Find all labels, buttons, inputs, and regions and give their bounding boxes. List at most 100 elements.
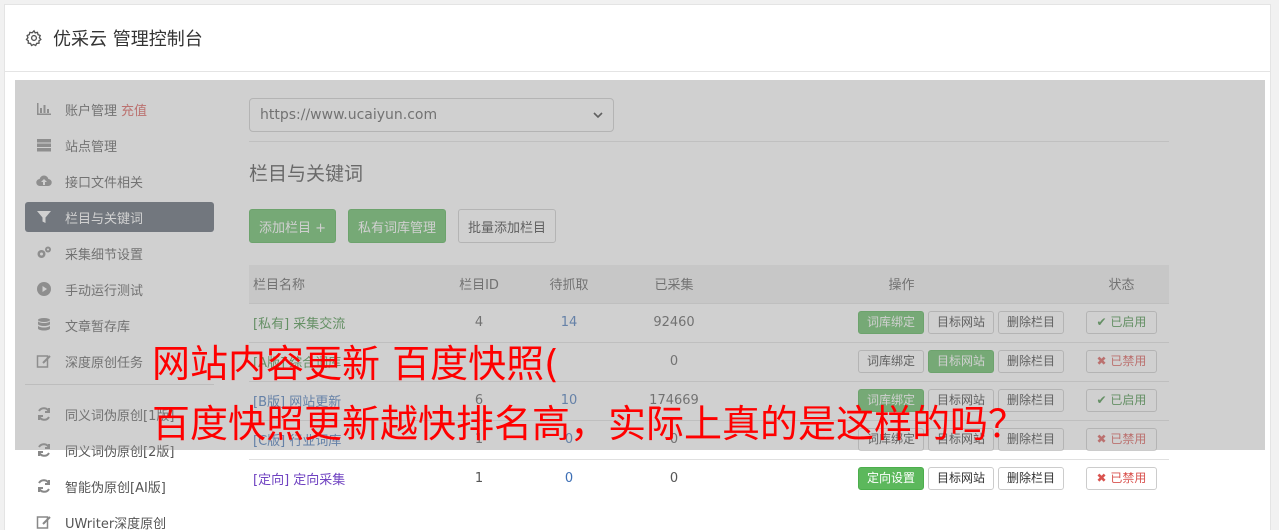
play-circle-icon <box>37 282 51 296</box>
sidebar-item-sites[interactable]: 站点管理 <box>25 130 214 160</box>
target-site-button[interactable]: 目标网站 <box>927 311 994 334</box>
status-label: 已禁用 <box>1110 354 1147 368</box>
sidebar-item-account[interactable]: 账户管理 充值 <box>25 94 214 124</box>
status-badge[interactable]: ✖ 已禁用 <box>1085 467 1158 491</box>
target-site-button[interactable]: 目标网站 <box>927 350 994 373</box>
column-name-link[interactable]: [A版] 综合词库 <box>253 356 341 371</box>
sidebar-divider <box>25 384 214 385</box>
cogs-icon <box>37 246 51 258</box>
sidebar-item-columns[interactable]: 栏目与关键词 <box>25 202 214 232</box>
sidebar-item-collect-settings[interactable]: 采集细节设置 <box>25 238 214 268</box>
delete-column-button[interactable]: 删除栏目 <box>997 428 1064 451</box>
site-select-value: https://www.ucaiyun.com <box>260 107 438 123</box>
column-name-link[interactable]: [C版] 行业词库 <box>253 434 341 449</box>
sidebar-item-synonym-v2[interactable]: 同义词伪原创[2版] <box>25 435 214 465</box>
sidebar-item-label: 栏目与关键词 <box>65 211 144 227</box>
column-name-link[interactable]: [B版] 网站更新 <box>253 395 341 410</box>
batch-add-button[interactable]: 批量添加栏目 <box>458 209 557 243</box>
sidebar-item-label: 同义词伪原创[1版] <box>65 408 175 424</box>
table-row: [B版] 网站更新 6 10 174669 词库绑定 目标网站 删除栏目 ✔ 已启用 <box>249 380 1169 420</box>
sidebar-item-label: 手动运行测试 <box>65 283 144 299</box>
status-label: 已禁用 <box>1110 471 1147 486</box>
sidebar-item-uwriter[interactable]: UWriter深度原创 <box>25 507 214 530</box>
add-column-button[interactable]: 添加栏目 + <box>249 209 337 243</box>
sidebar-item-synonym-v1[interactable]: 同义词伪原创[1版] <box>25 399 214 429</box>
status-badge[interactable]: ✖ 已禁用 <box>1085 350 1158 373</box>
target-site-button[interactable]: 目标网站 <box>927 467 994 491</box>
sidebar-item-interface[interactable]: 接口文件相关 <box>25 166 214 196</box>
cell-id: 6 <box>439 380 519 420</box>
sidebar-item-ai-original[interactable]: 智能伪原创[AI版] <box>25 471 214 501</box>
sidebar-item-label: 接口文件相关 <box>65 175 144 191</box>
sidebar: 账户管理 充值 站点管理 接口文件相关 栏目与关键词 采集细节设置 手动运行测试… <box>25 94 214 530</box>
cell-id: 1 <box>439 419 519 459</box>
sidebar-item-label: 深度原创任务 <box>65 355 144 371</box>
status-badge[interactable]: ✔ 已启用 <box>1085 311 1158 334</box>
server-icon <box>37 139 51 152</box>
cell-id: 4 <box>439 302 519 342</box>
cell-wait-link[interactable]: 0 <box>565 471 573 486</box>
private-library-button[interactable]: 私有词库管理 <box>348 209 447 243</box>
header-name: 栏目名称 <box>249 265 439 303</box>
gear-icon <box>25 29 42 47</box>
sidebar-item-deep-original[interactable]: 深度原创任务 <box>25 346 214 376</box>
status-badge[interactable]: ✔ 已启用 <box>1085 389 1158 412</box>
target-site-button[interactable]: 目标网站 <box>927 428 994 451</box>
column-name-link[interactable]: [私有] 采集交流 <box>253 317 345 332</box>
bind-library-button[interactable]: 词库绑定 <box>857 350 924 373</box>
table-row: [定向] 定向采集 1 0 0 定向设置 目标网站 删除栏目 ✖ 已禁用 <box>249 458 1169 498</box>
table-header-row: 栏目名称 栏目ID 待抓取 已采集 操作 状态 <box>249 265 1169 303</box>
header-status: 状态 <box>1074 265 1169 303</box>
directed-settings-button[interactable]: 定向设置 <box>857 467 924 491</box>
bar-chart-icon <box>37 103 51 115</box>
sidebar-item-manual-run[interactable]: 手动运行测试 <box>25 274 214 304</box>
status-label: 已禁用 <box>1110 432 1147 446</box>
sidebar-item-label: 采集细节设置 <box>65 247 144 263</box>
cell-wait-link[interactable]: 14 <box>561 315 578 330</box>
header-ops: 操作 <box>729 265 1074 303</box>
top-header: 优采云 管理控制台 <box>4 4 1271 72</box>
cell-wait-link[interactable]: 10 <box>561 393 578 408</box>
sidebar-item-article-store[interactable]: 文章暂存库 <box>25 310 214 340</box>
sidebar-item-label: UWriter深度原创 <box>65 516 167 530</box>
chevron-down-icon <box>593 112 603 119</box>
delete-column-button[interactable]: 删除栏目 <box>997 311 1064 334</box>
header-collected: 已采集 <box>619 265 729 303</box>
delete-column-button[interactable]: 删除栏目 <box>997 350 1064 373</box>
refresh-icon <box>38 407 50 421</box>
edit-icon <box>36 516 51 529</box>
sidebar-item-label: 智能伪原创[AI版] <box>65 480 166 496</box>
status-badge[interactable]: ✖ 已禁用 <box>1085 428 1158 451</box>
cell-collected: 0 <box>619 458 729 498</box>
content-panel: 账户管理 充值 站点管理 接口文件相关 栏目与关键词 采集细节设置 手动运行测试… <box>4 72 1271 530</box>
cell-wait-link[interactable]: 0 <box>565 432 573 447</box>
site-select[interactable]: https://www.ucaiyun.com <box>249 98 614 132</box>
bind-library-button[interactable]: 词库绑定 <box>857 389 924 412</box>
edit-icon <box>36 355 51 368</box>
main-area: https://www.ucaiyun.com 栏目与关键词 添加栏目 + 私有… <box>249 98 1169 498</box>
columns-table: 栏目名称 栏目ID 待抓取 已采集 操作 状态 [私有] 采集交流 4 14 9… <box>249 265 1169 498</box>
target-site-button[interactable]: 目标网站 <box>927 389 994 412</box>
bind-library-button[interactable]: 词库绑定 <box>857 428 924 451</box>
header-wait: 待抓取 <box>519 265 619 303</box>
refresh-icon <box>38 479 50 493</box>
delete-column-button[interactable]: 删除栏目 <box>997 389 1064 412</box>
refresh-icon <box>38 443 50 457</box>
cloud-upload-icon <box>36 175 52 187</box>
database-icon <box>38 318 50 331</box>
status-label: 已启用 <box>1110 315 1147 329</box>
cell-collected: 92460 <box>619 302 729 342</box>
recharge-link[interactable]: 充值 <box>121 100 147 119</box>
cell-id <box>439 341 519 381</box>
filter-icon <box>37 211 51 223</box>
sidebar-item-label: 站点管理 <box>65 139 118 155</box>
sidebar-item-label: 文章暂存库 <box>65 319 131 335</box>
table-row: [A版] 综合词库 0 词库绑定 目标网站 删除栏目 ✖ 已禁用 <box>249 341 1169 381</box>
column-name-link[interactable]: [定向] 定向采集 <box>253 473 345 488</box>
cell-collected: 0 <box>619 341 729 381</box>
bind-library-button[interactable]: 词库绑定 <box>857 311 924 334</box>
divider <box>249 141 1169 142</box>
delete-column-button[interactable]: 删除栏目 <box>997 467 1064 491</box>
action-buttons: 添加栏目 + 私有词库管理 批量添加栏目 <box>249 209 1169 243</box>
cell-collected: 174669 <box>619 380 729 420</box>
